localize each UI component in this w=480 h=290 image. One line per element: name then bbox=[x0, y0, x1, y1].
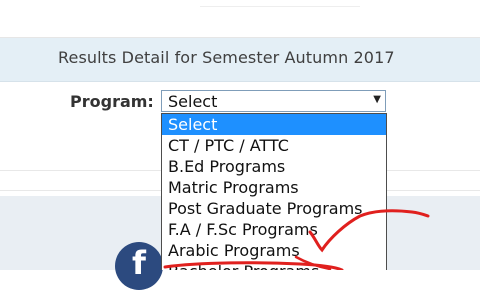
program-option[interactable]: Arabic Programs bbox=[162, 240, 386, 261]
program-option[interactable]: Matric Programs bbox=[162, 177, 386, 198]
program-option[interactable]: Post Graduate Programs bbox=[162, 198, 386, 219]
program-option[interactable]: F.A / F.Sc Programs bbox=[162, 219, 386, 240]
program-option[interactable]: CT / PTC / ATTC bbox=[162, 135, 386, 156]
facebook-icon[interactable]: f bbox=[115, 242, 163, 290]
program-select[interactable]: Select ▼ bbox=[161, 90, 386, 112]
top-strip bbox=[0, 0, 480, 37]
program-dropdown-list: Select CT / PTC / ATTC B.Ed Programs Mat… bbox=[161, 113, 387, 270]
top-divider bbox=[200, 0, 360, 7]
program-option[interactable]: Select bbox=[162, 114, 386, 135]
program-option[interactable]: Bachelor Programs bbox=[162, 261, 386, 270]
program-label: Program: bbox=[70, 92, 154, 111]
results-title: Results Detail for Semester Autumn 2017 bbox=[58, 48, 395, 67]
program-option[interactable]: B.Ed Programs bbox=[162, 156, 386, 177]
program-select-value: Select bbox=[168, 92, 218, 111]
chevron-down-icon[interactable]: ▼ bbox=[373, 94, 381, 105]
